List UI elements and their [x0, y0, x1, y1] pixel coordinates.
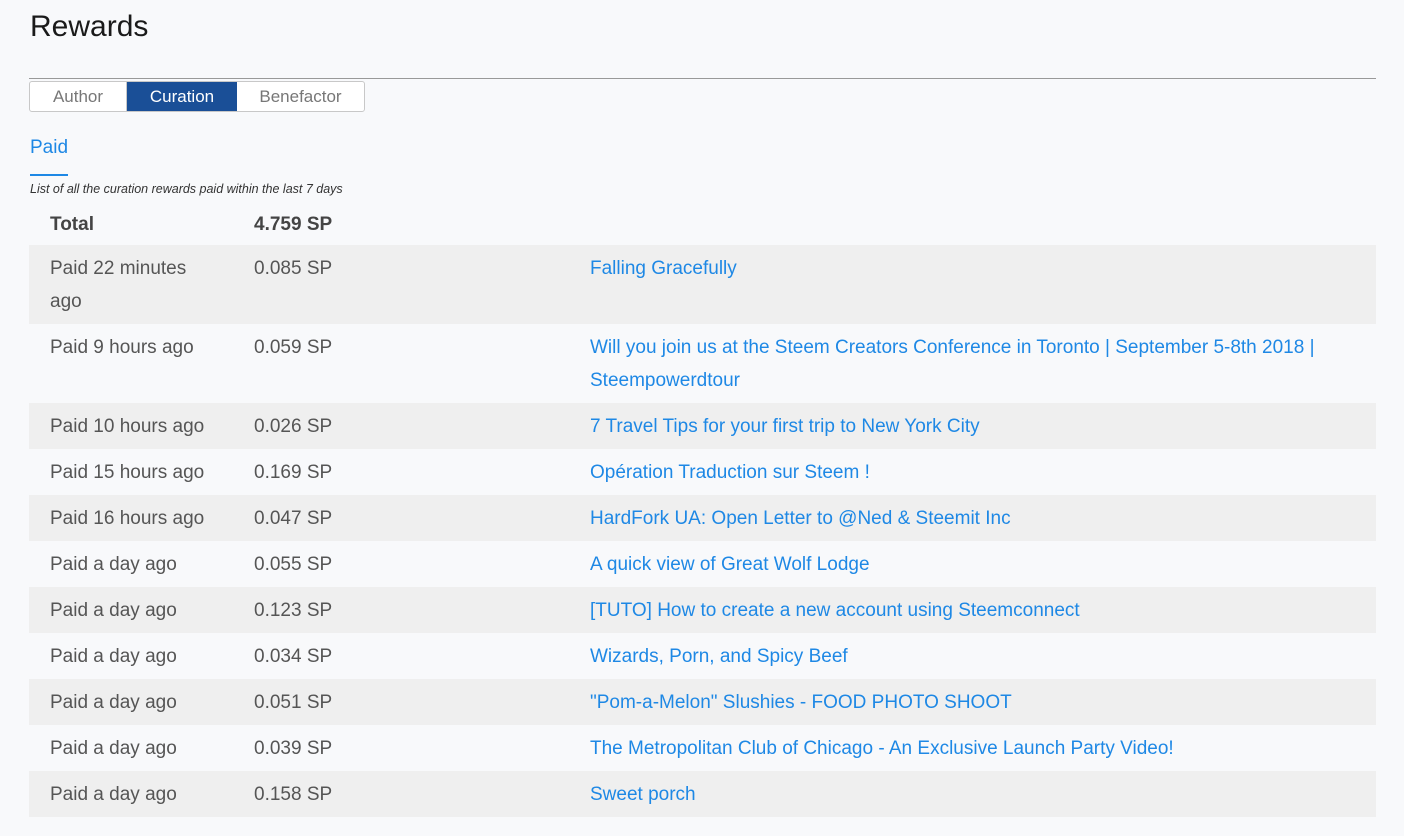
table-row: Paid a day ago 0.051 SP "Pom-a-Melon" Slus… — [29, 679, 1376, 725]
total-label: Total — [50, 214, 94, 235]
post-link[interactable]: A quick view of Great Wolf Lodge — [590, 554, 870, 575]
post-link[interactable]: Wizards, Porn, and Spicy Beef — [590, 646, 848, 667]
post-link[interactable]: Falling Gracefully — [590, 258, 737, 279]
post-link[interactable]: HardFork UA: Open Letter to @Ned & Steem… — [590, 508, 1011, 529]
reward-post-cell: "Pom-a-Melon" Slushies - FOOD PHOTO SHOO… — [590, 679, 1376, 725]
table-row: Paid a day ago 0.039 SP The Metropolitan C… — [29, 725, 1376, 771]
table-row: Paid a day ago 0.123 SP [TUTO] How to crea… — [29, 587, 1376, 633]
post-link[interactable]: Will you join us at the Steem Creators C… — [590, 337, 1315, 391]
total-row: Total 4.759 SP — [29, 201, 1376, 245]
reward-amount: 0.059 SP — [254, 337, 333, 358]
reward-post-cell: Falling Gracefully — [590, 245, 1376, 324]
table-row: Paid 9 hours ago 0.059 SP Will you join us… — [29, 324, 1376, 403]
table-row: Paid 10 hours ago 0.026 SP 7 Travel Tips f… — [29, 403, 1376, 449]
header-divider — [29, 78, 1376, 79]
reward-paid-time: Paid 9 hours ago — [29, 324, 254, 403]
total-amount: 4.759 SP — [254, 214, 333, 235]
reward-amount: 0.039 SP — [254, 738, 333, 759]
reward-paid-time-text: Paid a day ago — [50, 738, 177, 759]
post-link[interactable]: Opération Traduction sur Steem ! — [590, 462, 870, 483]
reward-post-cell: Will you join us at the Steem Creators C… — [590, 324, 1376, 403]
reward-paid-time-text: Paid a day ago — [50, 784, 177, 805]
reward-post-cell: HardFork UA: Open Letter to @Ned & Steem… — [590, 495, 1376, 541]
reward-post-cell: A quick view of Great Wolf Lodge — [590, 541, 1376, 587]
reward-paid-time-text: Paid 16 hours ago — [50, 508, 205, 529]
reward-paid-time-text: Paid 22 minutes ago — [50, 258, 187, 312]
reward-paid-time-text: Paid 9 hours ago — [50, 337, 194, 358]
reward-amount: 0.123 SP — [254, 600, 333, 621]
reward-amount: 0.158 SP — [254, 784, 333, 805]
reward-paid-time: Paid a day ago — [29, 771, 254, 817]
subnav-item-paid[interactable]: Paid — [30, 136, 69, 176]
reward-paid-time: Paid a day ago — [29, 679, 254, 725]
rewards-tab-group: Author Curation Benefactor — [29, 81, 365, 112]
reward-paid-time: Paid a day ago — [29, 725, 254, 771]
reward-paid-time-text: Paid a day ago — [50, 600, 177, 621]
reward-post-cell: [TUTO] How to create a new account using… — [590, 587, 1376, 633]
reward-paid-time: Paid 16 hours ago — [29, 495, 254, 541]
rewards-caption: List of all the curation rewards paid wi… — [30, 182, 343, 196]
reward-paid-time: Paid a day ago — [29, 541, 254, 587]
tab-curation[interactable]: Curation — [126, 82, 237, 111]
table-row: Paid a day ago 0.034 SP Wizards, Porn, and… — [29, 633, 1376, 679]
rewards-page: Rewards Author Curation Benefactor Paid … — [0, 0, 1404, 836]
post-link[interactable]: The Metropolitan Club of Chicago - An Ex… — [590, 738, 1174, 759]
reward-paid-time-text: Paid a day ago — [50, 554, 177, 575]
reward-paid-time-text: Paid 15 hours ago — [50, 462, 205, 483]
reward-amount: 0.085 SP — [254, 258, 333, 279]
tab-author[interactable]: Author — [30, 82, 126, 111]
reward-post-cell: The Metropolitan Club of Chicago - An Ex… — [590, 725, 1376, 771]
curation-rewards-table: Total 4.759 SP Paid 22 minutes ago 0.085 … — [29, 201, 1376, 817]
table-row: Paid 15 hours ago 0.169 SP Opération Tradu… — [29, 449, 1376, 495]
reward-paid-time: Paid 10 hours ago — [29, 403, 254, 449]
total-post-cell — [590, 201, 1376, 245]
reward-amount: 0.026 SP — [254, 416, 333, 437]
post-link[interactable]: 7 Travel Tips for your first trip to New… — [590, 416, 980, 437]
table-row: Paid 22 minutes ago 0.085 SP Falling Grace… — [29, 245, 1376, 324]
table-row: Paid a day ago 0.158 SP Sweet porch — [29, 771, 1376, 817]
reward-amount: 0.034 SP — [254, 646, 333, 667]
table-row: Paid a day ago 0.055 SP A quick view of Gr… — [29, 541, 1376, 587]
reward-paid-time: Paid 15 hours ago — [29, 449, 254, 495]
post-link[interactable]: Sweet porch — [590, 784, 696, 805]
page-title: Rewards — [30, 10, 149, 43]
post-link[interactable]: "Pom-a-Melon" Slushies - FOOD PHOTO SHOO… — [590, 692, 1012, 713]
tab-benefactor[interactable]: Benefactor — [237, 82, 364, 111]
reward-paid-time: Paid a day ago — [29, 633, 254, 679]
post-link[interactable]: [TUTO] How to create a new account using… — [590, 600, 1080, 621]
reward-paid-time-text: Paid a day ago — [50, 692, 177, 713]
reward-post-cell: Wizards, Porn, and Spicy Beef — [590, 633, 1376, 679]
subnav: Paid — [30, 136, 69, 176]
reward-amount: 0.051 SP — [254, 692, 333, 713]
reward-paid-time: Paid a day ago — [29, 587, 254, 633]
reward-post-cell: 7 Travel Tips for your first trip to New… — [590, 403, 1376, 449]
reward-post-cell: Opération Traduction sur Steem ! — [590, 449, 1376, 495]
reward-amount: 0.055 SP — [254, 554, 333, 575]
table-row: Paid 16 hours ago 0.047 SP HardFork UA: Op… — [29, 495, 1376, 541]
reward-paid-time-text: Paid a day ago — [50, 646, 177, 667]
reward-amount: 0.047 SP — [254, 508, 333, 529]
reward-amount: 0.169 SP — [254, 462, 333, 483]
reward-post-cell: Sweet porch — [590, 771, 1376, 817]
reward-paid-time-text: Paid 10 hours ago — [50, 416, 205, 437]
reward-paid-time: Paid 22 minutes ago — [29, 245, 254, 324]
